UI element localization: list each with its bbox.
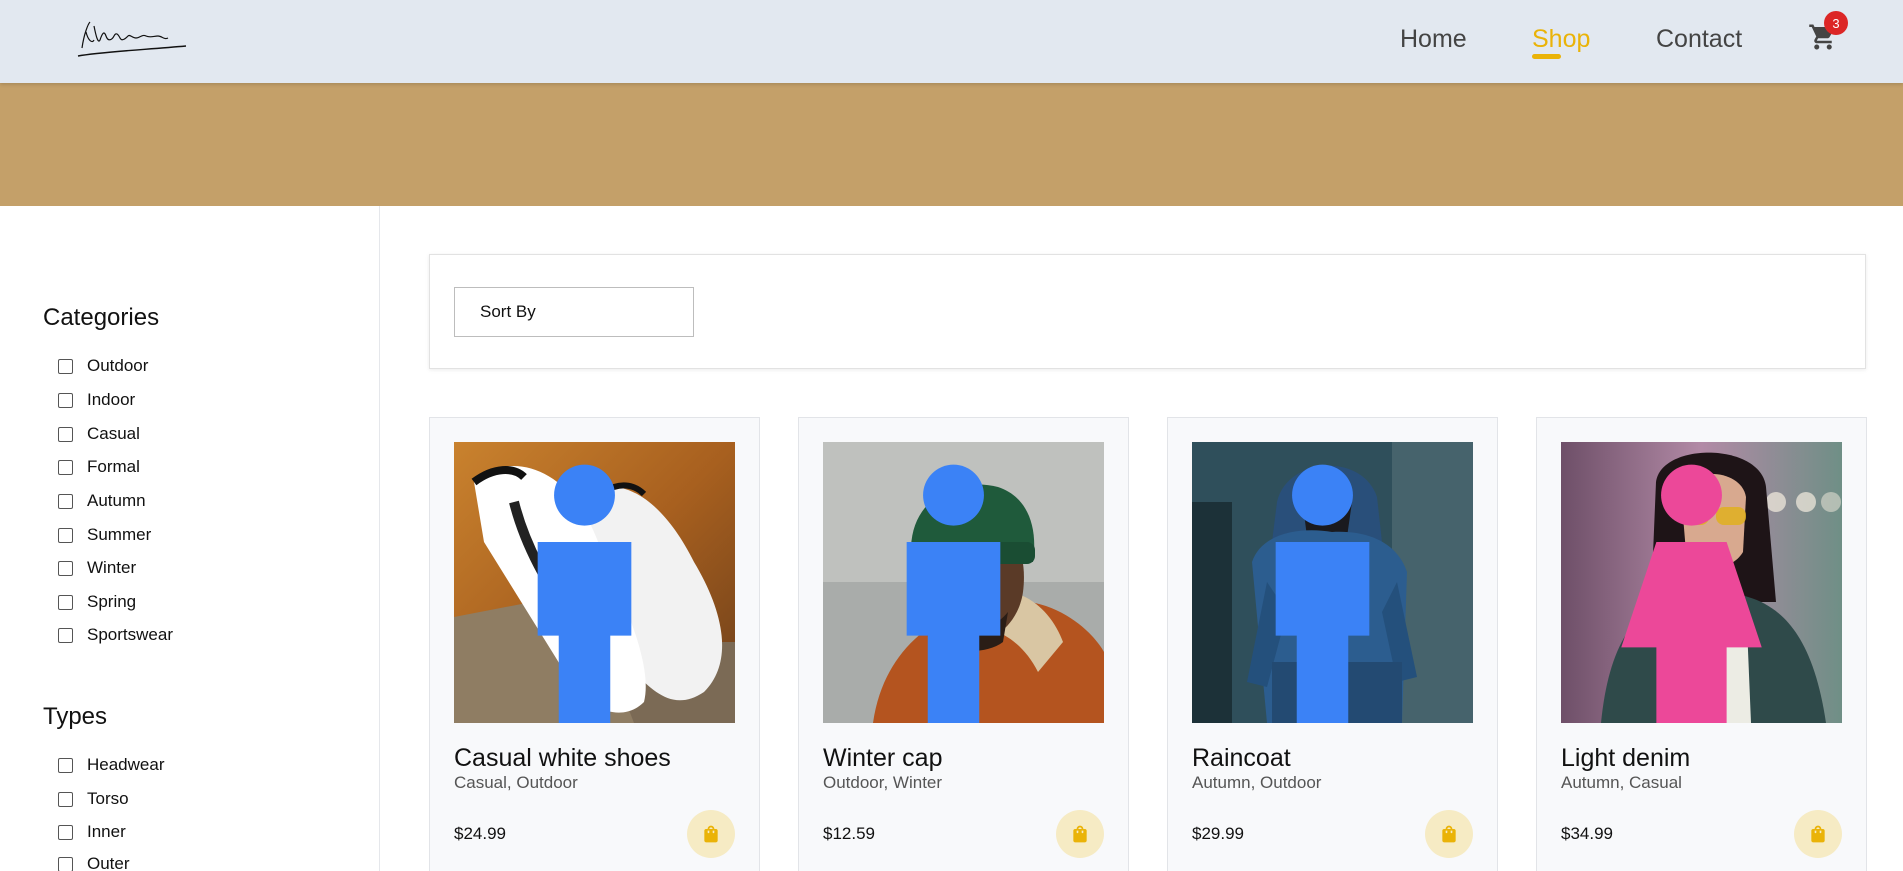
checkbox[interactable] bbox=[58, 527, 73, 543]
product-image[interactable] bbox=[454, 442, 735, 723]
checkbox[interactable] bbox=[58, 459, 73, 475]
filter-type-torso[interactable]: Torso bbox=[58, 787, 129, 811]
active-nav-indicator bbox=[1532, 54, 1561, 59]
sort-panel: Sort By bbox=[429, 254, 1866, 369]
filter-label: Headwear bbox=[87, 755, 165, 774]
product-price: $24.99 bbox=[454, 824, 506, 843]
filter-category-sportswear[interactable]: Sportswear bbox=[58, 623, 173, 647]
checkbox[interactable] bbox=[58, 856, 73, 871]
filter-category-casual[interactable]: Casual bbox=[58, 422, 140, 446]
product-image[interactable] bbox=[823, 442, 1104, 723]
filter-label: Inner bbox=[87, 822, 126, 841]
product-tags: Casual, Outdoor bbox=[454, 773, 578, 792]
add-to-cart-button[interactable] bbox=[1056, 810, 1104, 858]
add-to-cart-button[interactable] bbox=[687, 810, 735, 858]
shopping-bag-icon bbox=[704, 825, 718, 843]
product-card[interactable]: Casual white shoes Casual, Outdoor $24.9… bbox=[429, 417, 760, 871]
filter-sidebar: Categories Outdoor Indoor Casual Formal … bbox=[0, 206, 380, 871]
filter-category-outdoor[interactable]: Outdoor bbox=[58, 354, 148, 378]
checkbox[interactable] bbox=[58, 493, 73, 509]
hero-banner bbox=[0, 83, 1903, 206]
product-card[interactable]: Raincoat Autumn, Outdoor $29.99 bbox=[1167, 417, 1498, 871]
nav-shop-link[interactable]: Shop bbox=[1532, 24, 1590, 54]
types-heading: Types bbox=[43, 703, 108, 730]
product-tags: Outdoor, Winter bbox=[823, 773, 943, 792]
product-title[interactable]: Winter cap bbox=[823, 744, 942, 773]
product-image[interactable] bbox=[1192, 442, 1473, 723]
shopping-bag-icon bbox=[1442, 825, 1456, 843]
filter-category-spring[interactable]: Spring bbox=[58, 590, 136, 614]
top-navbar: Home Shop Contact 3 bbox=[0, 0, 1903, 83]
filter-type-outer[interactable]: Outer bbox=[58, 852, 130, 871]
product-tags: Autumn, Casual bbox=[1561, 773, 1682, 792]
product-card[interactable]: Light denim Autumn, Casual $34.99 bbox=[1536, 417, 1867, 871]
product-tags: Autumn, Outdoor bbox=[1192, 773, 1322, 792]
male-icon bbox=[537, 464, 632, 723]
product-card[interactable]: Winter cap Outdoor, Winter $12.59 bbox=[798, 417, 1129, 871]
filter-label: Casual bbox=[87, 424, 140, 443]
nav-contact-link[interactable]: Contact bbox=[1656, 24, 1742, 54]
product-title[interactable]: Light denim bbox=[1561, 744, 1690, 773]
shopping-bag-icon bbox=[1811, 825, 1825, 843]
filter-label: Outer bbox=[87, 854, 130, 871]
filter-label: Torso bbox=[87, 789, 129, 808]
male-icon bbox=[906, 464, 1001, 723]
filter-label: Sportswear bbox=[87, 625, 173, 644]
product-title[interactable]: Raincoat bbox=[1192, 744, 1291, 773]
filter-category-autumn[interactable]: Autumn bbox=[58, 489, 146, 513]
filter-label: Winter bbox=[87, 558, 137, 577]
checkbox[interactable] bbox=[58, 426, 73, 442]
cart-count-badge: 3 bbox=[1824, 11, 1848, 35]
add-to-cart-button[interactable] bbox=[1425, 810, 1473, 858]
product-price: $29.99 bbox=[1192, 824, 1244, 843]
checkbox[interactable] bbox=[58, 627, 73, 643]
female-icon bbox=[1621, 464, 1762, 723]
filter-label: Summer bbox=[87, 525, 152, 544]
checkbox[interactable] bbox=[58, 791, 73, 807]
filter-category-formal[interactable]: Formal bbox=[58, 455, 140, 479]
nav-home-link[interactable]: Home bbox=[1400, 24, 1467, 54]
checkbox[interactable] bbox=[58, 358, 73, 374]
signature-logo[interactable] bbox=[70, 14, 190, 64]
categories-heading: Categories bbox=[43, 304, 160, 331]
filter-category-summer[interactable]: Summer bbox=[58, 523, 151, 547]
product-title[interactable]: Casual white shoes bbox=[454, 744, 671, 773]
checkbox[interactable] bbox=[58, 594, 73, 610]
product-price: $12.59 bbox=[823, 824, 875, 843]
filter-label: Autumn bbox=[87, 491, 146, 510]
checkbox[interactable] bbox=[58, 560, 73, 576]
filter-label: Outdoor bbox=[87, 356, 149, 375]
filter-type-inner[interactable]: Inner bbox=[58, 820, 126, 844]
product-image[interactable] bbox=[1561, 442, 1842, 723]
add-to-cart-button[interactable] bbox=[1794, 810, 1842, 858]
filter-category-indoor[interactable]: Indoor bbox=[58, 388, 135, 412]
filter-category-winter[interactable]: Winter bbox=[58, 556, 136, 580]
checkbox[interactable] bbox=[58, 757, 73, 773]
filter-type-headwear[interactable]: Headwear bbox=[58, 753, 165, 777]
checkbox[interactable] bbox=[58, 392, 73, 408]
sort-by-dropdown[interactable]: Sort By bbox=[454, 287, 694, 337]
filter-label: Spring bbox=[87, 592, 137, 611]
shopping-bag-icon bbox=[1073, 825, 1087, 843]
filter-label: Formal bbox=[87, 457, 140, 476]
product-price: $34.99 bbox=[1561, 824, 1613, 843]
male-icon bbox=[1275, 464, 1370, 723]
checkbox[interactable] bbox=[58, 824, 73, 840]
filter-label: Indoor bbox=[87, 390, 136, 409]
